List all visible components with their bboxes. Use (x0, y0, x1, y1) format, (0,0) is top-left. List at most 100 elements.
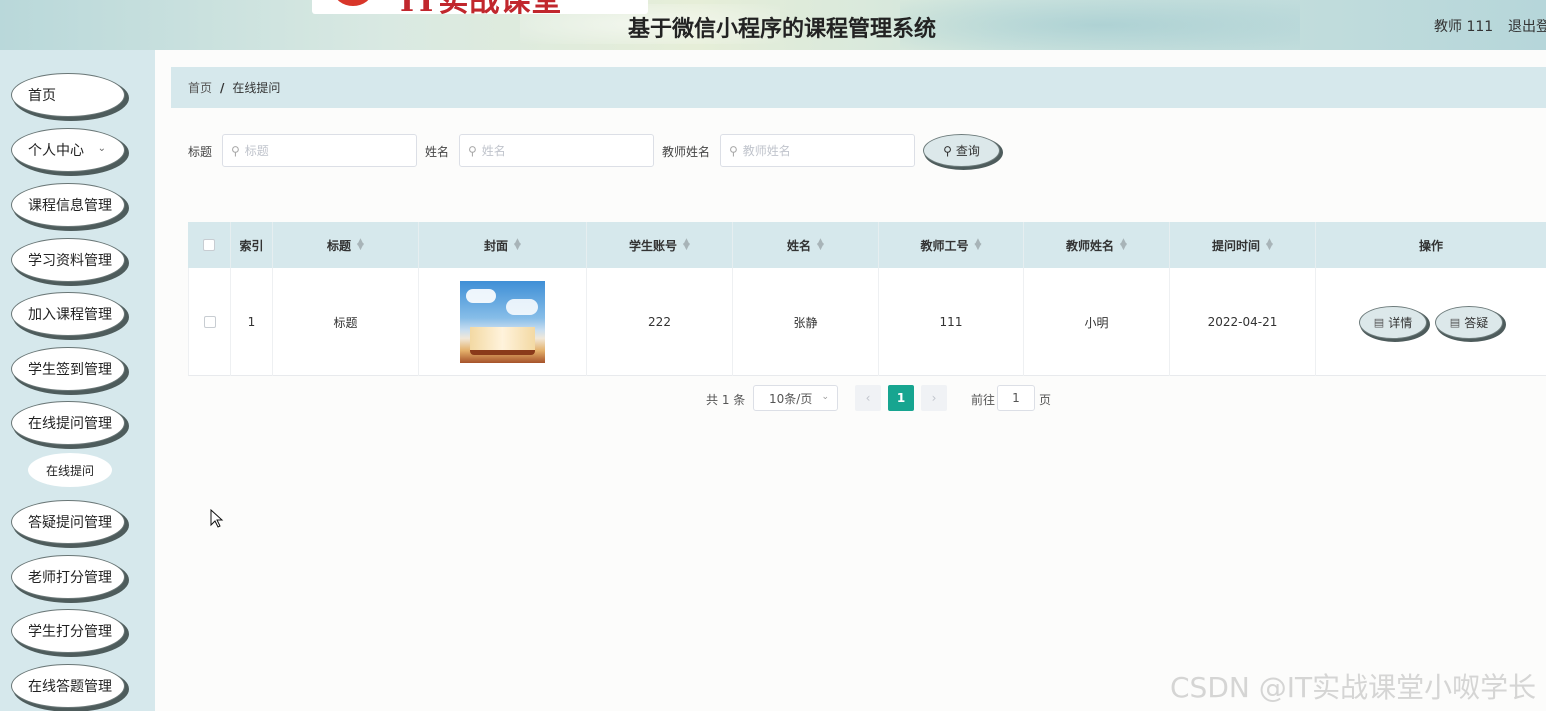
query-button[interactable]: ⚲ 查询 (923, 134, 1000, 167)
answer-button[interactable]: ▤ 答疑 (1435, 305, 1503, 339)
column-header-label: 索引 (239, 238, 264, 253)
cell-teacher-id: 111 (879, 268, 1024, 376)
current-user: 教师 111 (1434, 19, 1494, 35)
sidebar-item-label: 在线提问管理 (28, 416, 112, 432)
select-all-cell (188, 222, 231, 268)
table-header: 索引 标题 ▲ ▼ 封面 ▲ ▼ 学生账号 ▲ ▼ 姓名 ▲ ▼ 教师工号 ▲ ▼ 教师姓名 ▲ ▼ 提… (188, 222, 1546, 268)
column-header-title[interactable]: 标题 ▲ ▼ (273, 222, 419, 268)
cover-cloud (506, 299, 538, 315)
column-header-label: 学生账号 (629, 238, 678, 253)
query-button-label: 查询 (955, 144, 980, 158)
column-header-label: 教师姓名 (1066, 238, 1115, 253)
title-filter-input-box: ⚲ (222, 134, 417, 167)
sidebar-item-label: 在线答题管理 (28, 679, 112, 695)
sort-icon[interactable]: ▲ ▼ (514, 238, 521, 252)
column-header-label: 提问时间 (1212, 238, 1261, 253)
column-header-cover[interactable]: 封面 ▲ ▼ (419, 222, 587, 268)
next-page-button[interactable]: › (921, 385, 947, 411)
detail-button-label: 详情 (1388, 315, 1413, 330)
app-title: 基于微信小程序的课程管理系统 (628, 17, 937, 42)
cell-actions: ▤ 详情 ▤ 答疑 (1316, 268, 1546, 376)
column-header-student-account[interactable]: 学生账号 ▲ ▼ (587, 222, 733, 268)
sidebar-item-label: 学生打分管理 (28, 624, 112, 640)
column-header-label: 教师工号 (920, 238, 969, 253)
column-header-label: 操作 (1418, 238, 1443, 253)
sidebar-item-student-scoring[interactable]: 学生打分管理 (11, 609, 125, 653)
column-header-label: 标题 (327, 238, 352, 253)
chevron-left-icon: ‹ (865, 391, 871, 405)
cell-name: 张静 (733, 268, 879, 376)
row-checkbox[interactable] (203, 316, 216, 328)
sidebar-item-label: 学习资料管理 (28, 253, 112, 269)
sidebar-item-online-questions[interactable]: 在线提问管理 (11, 401, 125, 445)
title-filter-input[interactable] (244, 143, 395, 158)
sidebar-item-course-info[interactable]: 课程信息管理 (11, 183, 125, 227)
row-select-cell (189, 268, 231, 376)
breadcrumb-home[interactable]: 首页 (188, 79, 212, 96)
goto-label: 前往 (971, 393, 996, 407)
sidebar-item-home[interactable]: 首页 (11, 73, 125, 117)
search-icon: ⚲ (468, 143, 477, 158)
cover-book (470, 327, 535, 355)
teacher-filter-input-box: ⚲ (720, 134, 915, 167)
name-filter-input-box: ⚲ (459, 134, 654, 167)
logo: IT实战课堂 (312, 0, 648, 14)
goto-page-input[interactable]: 1 (997, 385, 1035, 411)
watermark: CSDN @IT实战课堂小呶学长 (1170, 671, 1537, 704)
column-header-label: 封面 (484, 238, 509, 253)
sidebar-item-answer-questions[interactable]: 答疑提问管理 (11, 500, 125, 544)
breadcrumb-separator: / (220, 80, 225, 95)
sort-icon[interactable]: ▲ ▼ (1120, 238, 1127, 252)
logo-text: IT实战课堂 (400, 0, 562, 14)
sidebar-item-join-course[interactable]: 加入课程管理 (11, 292, 125, 336)
header: IT实战课堂 基于微信小程序的课程管理系统 教师 111 退出登录 (0, 0, 1546, 50)
book-cover-image[interactable] (460, 281, 545, 363)
column-header-ask-time[interactable]: 提问时间 ▲ ▼ (1170, 222, 1316, 268)
sidebar-item-online-quiz[interactable]: 在线答题管理 (11, 664, 125, 708)
detail-button[interactable]: ▤ 详情 (1359, 305, 1427, 339)
search-icon: ⚲ (231, 143, 240, 158)
sidebar-item-label: 老师打分管理 (28, 570, 112, 586)
breadcrumb-current: 在线提问 (232, 81, 281, 95)
table-row: 1 标题 222 张静 111 小明 2022-04-21 ▤ 详情 ▤ 答疑 (188, 268, 1546, 376)
teacher-filter-input[interactable] (742, 143, 893, 158)
sidebar-item-study-materials[interactable]: 学习资料管理 (11, 238, 125, 282)
cell-student-account: 222 (587, 268, 733, 376)
column-header-label: 姓名 (787, 238, 812, 253)
sidebar-item-label: 课程信息管理 (28, 198, 112, 214)
sort-icon[interactable]: ▲ ▼ (817, 238, 824, 252)
current-page-button[interactable]: 1 (888, 385, 914, 411)
answer-button-label: 答疑 (1464, 315, 1489, 330)
name-filter-label: 姓名 (425, 145, 450, 159)
select-all-checkbox[interactable] (203, 239, 215, 251)
column-header-teacher-id[interactable]: 教师工号 ▲ ▼ (879, 222, 1024, 268)
document-icon: ▤ (1449, 315, 1461, 329)
sort-icon[interactable]: ▲ ▼ (357, 238, 364, 252)
cover-cloud (466, 289, 496, 303)
search-icon: ⚲ (943, 143, 952, 158)
sort-icon[interactable]: ▲ ▼ (683, 238, 690, 252)
column-header-actions: 操作 (1316, 222, 1546, 268)
chevron-down-icon: ⌄ (821, 392, 829, 402)
sort-icon[interactable]: ▲ ▼ (975, 238, 982, 252)
sidebar-item-personal-center[interactable]: 个人中心 ⌄ (11, 128, 125, 172)
sidebar-subitem-label: 在线提问 (45, 463, 94, 478)
prev-page-button[interactable]: ‹ (855, 385, 881, 411)
sidebar-item-student-signin[interactable]: 学生签到管理 (11, 347, 125, 391)
search-icon: ⚲ (729, 143, 738, 158)
sort-icon[interactable]: ▲ ▼ (1266, 238, 1273, 252)
sidebar-item-teacher-scoring[interactable]: 老师打分管理 (11, 555, 125, 599)
sidebar-item-label: 答疑提问管理 (28, 515, 112, 531)
cell-teacher-name: 小明 (1024, 268, 1170, 376)
sidebar-item-label: 学生签到管理 (28, 362, 112, 378)
document-icon: ▤ (1373, 315, 1385, 329)
sidebar-subitem-online-question[interactable]: 在线提问 (28, 453, 112, 487)
cell-cover (419, 268, 587, 376)
cell-ask-time: 2022-04-21 (1170, 268, 1316, 376)
page-size-select[interactable]: 10条/页 ⌄ (753, 385, 838, 411)
name-filter-input[interactable] (481, 143, 632, 158)
logout-link[interactable]: 退出登录 (1508, 16, 1546, 36)
column-header-index: 索引 (231, 222, 273, 268)
column-header-teacher-name[interactable]: 教师姓名 ▲ ▼ (1024, 222, 1170, 268)
column-header-name[interactable]: 姓名 ▲ ▼ (733, 222, 879, 268)
